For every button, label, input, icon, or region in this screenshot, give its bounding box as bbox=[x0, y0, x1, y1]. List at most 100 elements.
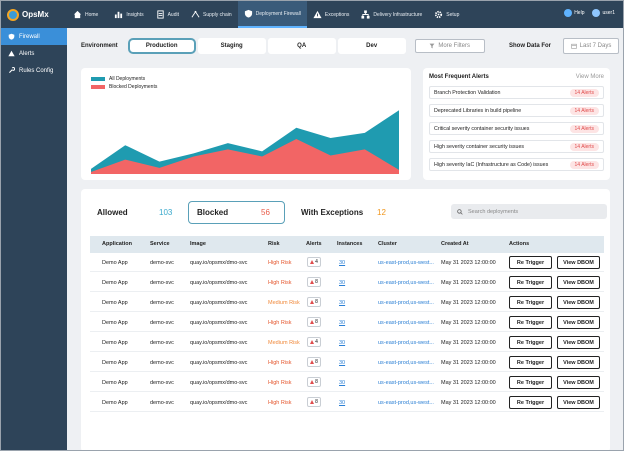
cell-cluster[interactable]: us-east-prod,us-west... bbox=[378, 300, 434, 306]
cell-cluster[interactable]: us-east-prod,us-west... bbox=[378, 380, 434, 386]
alert-chip[interactable]: 8 bbox=[307, 277, 321, 287]
env-dev-button[interactable]: Dev bbox=[337, 38, 406, 54]
re-trigger-button[interactable]: Re Trigger bbox=[509, 336, 552, 349]
alert-chip[interactable]: 8 bbox=[307, 357, 321, 367]
view-dbom-button[interactable]: View DBOM bbox=[557, 276, 600, 289]
tab-exceptions-count: 12 bbox=[377, 208, 386, 217]
instances-link[interactable]: 30 bbox=[339, 300, 345, 306]
alert-label: High severity IaC (Infrastructure as Cod… bbox=[434, 161, 549, 168]
cell-cluster[interactable]: us-east-prod,us-west... bbox=[378, 340, 434, 346]
nav-delivery-infrastructure[interactable]: Delivery Infrastructure bbox=[355, 1, 428, 28]
alert-row[interactable]: Critical severity container security iss… bbox=[429, 122, 604, 135]
re-trigger-button[interactable]: Re Trigger bbox=[509, 256, 552, 269]
view-dbom-button[interactable]: View DBOM bbox=[557, 296, 600, 309]
cell-cluster[interactable]: us-east-prod,us-west... bbox=[378, 280, 434, 286]
more-filters-button[interactable]: More Filters bbox=[414, 39, 485, 53]
sidebar-item-firewall[interactable]: Firewall bbox=[1, 28, 67, 45]
nav-exceptions[interactable]: Exceptions bbox=[307, 1, 355, 28]
alert-chip[interactable]: 4 bbox=[307, 337, 321, 347]
instances-link[interactable]: 30 bbox=[339, 260, 345, 266]
alerts-title: Most Frequent Alerts bbox=[429, 74, 489, 80]
view-dbom-button[interactable]: View DBOM bbox=[557, 376, 600, 389]
logo[interactable]: OpsMx bbox=[1, 8, 67, 21]
cell-cluster[interactable]: us-east-prod,us-west... bbox=[378, 360, 434, 366]
re-trigger-button[interactable]: Re Trigger bbox=[509, 316, 552, 329]
alert-icon bbox=[8, 50, 15, 57]
search-deployments[interactable]: Search deployments bbox=[451, 204, 607, 219]
view-dbom-button[interactable]: View DBOM bbox=[557, 256, 600, 269]
cell-service: demo-svc bbox=[150, 340, 174, 346]
instances-link[interactable]: 30 bbox=[339, 320, 345, 326]
tab-blocked[interactable]: Blocked 56 bbox=[188, 201, 285, 224]
re-trigger-button[interactable]: Re Trigger bbox=[509, 356, 552, 369]
nav-home[interactable]: Home bbox=[67, 1, 104, 28]
view-more-link[interactable]: View More bbox=[576, 74, 604, 80]
alert-row[interactable]: High severity IaC (Infrastructure as Cod… bbox=[429, 158, 604, 171]
re-trigger-button[interactable]: Re Trigger bbox=[509, 276, 552, 289]
instances-link[interactable]: 30 bbox=[339, 380, 345, 386]
alert-chip[interactable]: 4 bbox=[307, 257, 321, 267]
area-chart bbox=[91, 110, 399, 174]
view-dbom-button[interactable]: View DBOM bbox=[557, 336, 600, 349]
nav-setup[interactable]: Setup bbox=[428, 1, 465, 28]
nav-deployment-firewall[interactable]: Deployment Firewall bbox=[237, 1, 307, 28]
user-menu[interactable]: user1 bbox=[592, 9, 615, 17]
col-alerts: Alerts bbox=[306, 241, 322, 247]
re-trigger-button[interactable]: Re Trigger bbox=[509, 296, 552, 309]
tab-with-exceptions[interactable]: With Exceptions 12 bbox=[293, 201, 388, 224]
network-icon bbox=[361, 10, 370, 19]
alert-chip[interactable]: 8 bbox=[307, 397, 321, 407]
env-production-button[interactable]: Production bbox=[127, 38, 196, 54]
cell-application: Demo App bbox=[102, 400, 128, 406]
instances-link[interactable]: 30 bbox=[339, 400, 345, 406]
help-link[interactable]: Help bbox=[564, 9, 584, 17]
date-range-select[interactable]: Last 7 Days bbox=[563, 38, 619, 54]
cell-created-at: May 31 2023 12:00:00 bbox=[441, 380, 496, 386]
cell-cluster[interactable]: us-east-prod,us-west... bbox=[378, 320, 434, 326]
alert-chip[interactable]: 8 bbox=[307, 297, 321, 307]
alert-row[interactable]: High severity container security issues 1… bbox=[429, 140, 604, 153]
user-avatar-icon bbox=[592, 9, 601, 17]
sidebar-item-alerts[interactable]: Alerts bbox=[1, 45, 67, 62]
deployments-chart-card: All Deployments Blocked Deployments bbox=[81, 68, 411, 180]
alert-chip[interactable]: 8 bbox=[307, 317, 321, 327]
alert-chip[interactable]: 8 bbox=[307, 377, 321, 387]
audit-icon bbox=[156, 10, 164, 19]
alert-row[interactable]: Branch Protection Validation 14 Alerts bbox=[429, 86, 604, 99]
warning-icon bbox=[310, 280, 315, 284]
alert-label: Branch Protection Validation bbox=[434, 89, 501, 96]
nav-delivery-infrastructure-label: Delivery Infrastructure bbox=[373, 11, 423, 18]
cell-cluster[interactable]: us-east-prod,us-west... bbox=[378, 400, 434, 406]
view-dbom-button[interactable]: View DBOM bbox=[557, 356, 600, 369]
cell-risk: High Risk bbox=[268, 400, 292, 406]
re-trigger-button[interactable]: Re Trigger bbox=[509, 396, 552, 409]
cell-created-at: May 31 2023 12:00:00 bbox=[441, 300, 496, 306]
nav-insights[interactable]: Insights bbox=[108, 1, 149, 28]
nav-audit[interactable]: Audit bbox=[150, 1, 185, 28]
col-image: Image bbox=[190, 241, 206, 247]
instances-link[interactable]: 30 bbox=[339, 360, 345, 366]
nav-insights-label: Insights bbox=[126, 11, 144, 18]
instances-link[interactable]: 30 bbox=[339, 280, 345, 286]
nav-setup-label: Setup bbox=[446, 11, 460, 18]
wrench-icon bbox=[9, 67, 15, 73]
instances-link[interactable]: 30 bbox=[339, 340, 345, 346]
sidebar-item-rules-config[interactable]: Rules Config bbox=[1, 62, 67, 79]
env-staging-button[interactable]: Staging bbox=[197, 38, 266, 54]
tab-allowed[interactable]: Allowed 103 bbox=[89, 201, 183, 224]
cell-image: quay.io/opsmx/dmo-svc bbox=[190, 340, 248, 346]
view-dbom-button[interactable]: View DBOM bbox=[557, 316, 600, 329]
warning-icon bbox=[310, 360, 315, 364]
re-trigger-button[interactable]: Re Trigger bbox=[509, 376, 552, 389]
cell-image: quay.io/opsmx/dmo-svc bbox=[190, 280, 248, 286]
view-dbom-button[interactable]: View DBOM bbox=[557, 396, 600, 409]
nav-exceptions-label: Exceptions bbox=[324, 11, 350, 18]
nav-supply-chain[interactable]: Supply chain bbox=[185, 1, 238, 28]
environment-label: Environment bbox=[81, 43, 118, 49]
cell-application: Demo App bbox=[102, 280, 128, 286]
alert-row[interactable]: Deprecated Libraries in build pipeline 14… bbox=[429, 104, 604, 117]
cell-image: quay.io/opsmx/dmo-svc bbox=[190, 300, 248, 306]
cell-service: demo-svc bbox=[150, 320, 174, 326]
cell-cluster[interactable]: us-east-prod,us-west... bbox=[378, 260, 434, 266]
env-qa-button[interactable]: QA bbox=[267, 38, 336, 54]
